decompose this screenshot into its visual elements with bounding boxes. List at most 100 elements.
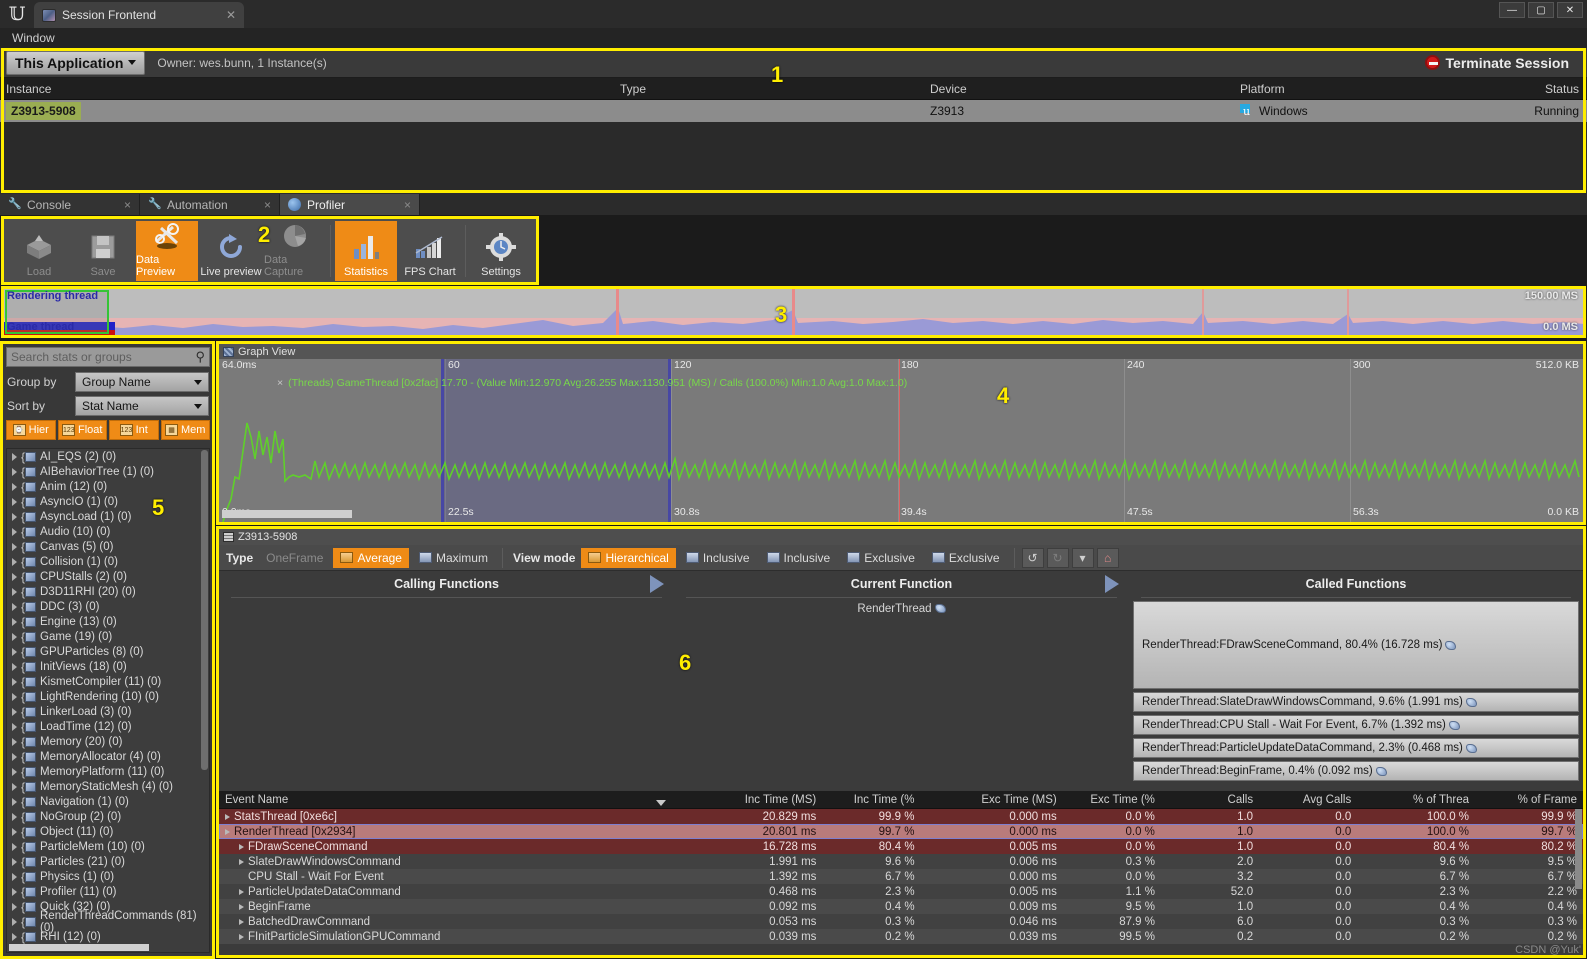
view-mode-hierarchical-button[interactable]: Hierarchical — [581, 548, 675, 568]
table-row[interactable]: CPU Stall - Wait For Event1.392 ms6.7 %0… — [219, 869, 1583, 884]
sidebar-vertical-scrollbar[interactable] — [201, 450, 208, 770]
stat-group-item[interactable]: Engine (13) (0) — [7, 614, 209, 629]
expand-arrow-icon[interactable] — [12, 858, 17, 866]
fps-chart-button[interactable]: FPS Chart — [399, 221, 461, 281]
stat-group-item[interactable]: AsyncIO (1) (0) — [7, 494, 209, 509]
called-function-item[interactable]: RenderThread:CPU Stall - Wait For Event,… — [1133, 715, 1579, 735]
expand-arrow-icon[interactable] — [12, 498, 17, 506]
close-icon[interactable]: × — [264, 198, 271, 212]
arrow-right-icon[interactable] — [1105, 575, 1119, 593]
stat-group-item[interactable]: Canvas (5) (0) — [7, 539, 209, 554]
sidebar-horizontal-scrollbar[interactable] — [9, 944, 149, 951]
stat-group-item[interactable]: AI_EQS (2) (0) — [7, 449, 209, 464]
chevron-down-icon[interactable]: ▾ — [1072, 548, 1094, 568]
expand-arrow-icon[interactable] — [12, 663, 17, 671]
called-function-item[interactable]: RenderThread:FDrawSceneCommand, 80.4% (1… — [1133, 601, 1579, 689]
type-average-button[interactable]: Average — [333, 548, 408, 568]
expand-arrow-icon[interactable] — [12, 528, 17, 536]
table-row[interactable]: BatchedDrawCommand0.053 ms0.3 %0.046 ms8… — [219, 914, 1583, 929]
maximize-button[interactable]: ▢ — [1528, 2, 1554, 18]
table-row[interactable]: RenderThread [0x2934]20.801 ms99.7 %0.00… — [219, 824, 1583, 839]
expand-arrow-icon[interactable] — [12, 633, 17, 641]
stat-group-item[interactable]: ParticleMem (10) (0) — [7, 839, 209, 854]
stat-group-item[interactable]: Audio (10) (0) — [7, 524, 209, 539]
expand-arrow-icon[interactable] — [239, 844, 244, 850]
expand-arrow-icon[interactable] — [12, 513, 17, 521]
table-row[interactable]: StatsThread [0xe6c]20.829 ms99.9 %0.000 … — [219, 809, 1583, 824]
expand-arrow-icon[interactable] — [225, 814, 230, 820]
expand-arrow-icon[interactable] — [12, 798, 17, 806]
stat-group-item[interactable]: NoGroup (2) (0) — [7, 809, 209, 824]
expand-arrow-icon[interactable] — [12, 588, 17, 596]
stat-group-item[interactable]: Object (11) (0) — [7, 824, 209, 839]
column-header-avg-calls[interactable]: Avg Calls — [1259, 794, 1357, 806]
column-header-event-name[interactable]: Event Name — [219, 794, 680, 806]
column-header-platform[interactable]: Platform — [1240, 82, 1477, 96]
expand-arrow-icon[interactable] — [12, 888, 17, 896]
expand-arrow-icon[interactable] — [12, 918, 17, 926]
expand-arrow-icon[interactable] — [12, 813, 17, 821]
expand-arrow-icon[interactable] — [239, 934, 244, 940]
close-icon[interactable]: × — [124, 198, 131, 212]
expand-arrow-icon[interactable] — [12, 738, 17, 746]
redo-icon[interactable]: ↻ — [1047, 548, 1069, 568]
expand-arrow-icon[interactable] — [12, 453, 17, 461]
expand-arrow-icon[interactable] — [12, 933, 17, 941]
settings-button[interactable]: Settings — [470, 221, 532, 281]
stat-group-list[interactable]: AI_EQS (2) (0)AIBehaviorTree (1) (0)Anim… — [6, 448, 210, 953]
column-header-calls[interactable]: Calls — [1161, 794, 1259, 806]
stat-group-item[interactable]: InitViews (18) (0) — [7, 659, 209, 674]
stat-group-item[interactable]: MemoryStaticMesh (4) (0) — [7, 779, 209, 794]
stat-group-item[interactable]: GPUParticles (8) (0) — [7, 644, 209, 659]
called-function-item[interactable]: RenderThread:ParticleUpdateDataCommand, … — [1133, 738, 1579, 758]
tab-session-frontend[interactable]: Session Frontend ✕ — [34, 2, 244, 28]
group-by-select[interactable]: Group Name — [75, 372, 209, 392]
expand-arrow-icon[interactable] — [12, 843, 17, 851]
arrow-right-icon[interactable] — [650, 575, 664, 593]
expand-arrow-icon[interactable] — [12, 648, 17, 656]
data-preview-button[interactable]: Data Preview — [136, 221, 198, 281]
stat-group-item[interactable]: RenderThreadCommands (81) (0) — [7, 914, 209, 929]
called-function-item[interactable]: RenderThread:BeginFrame, 0.4% (0.092 ms) — [1133, 761, 1579, 781]
expand-arrow-icon[interactable] — [12, 693, 17, 701]
current-function-value-row[interactable]: RenderThread — [674, 598, 1129, 615]
expand-arrow-icon[interactable] — [239, 919, 244, 925]
graph-legend[interactable]: ×(Threads) GameThread [0x2fac] 17.70 - (… — [277, 377, 907, 389]
view-mode-inclusive-1-button[interactable]: Inclusive — [679, 548, 757, 568]
expand-arrow-icon[interactable] — [12, 753, 17, 761]
stat-group-item[interactable]: Collision (1) (0) — [7, 554, 209, 569]
expand-arrow-icon[interactable] — [12, 783, 17, 791]
close-icon[interactable]: × — [404, 198, 411, 212]
column-header-pct-of-thread[interactable]: % of Threa — [1357, 794, 1475, 806]
table-vertical-scrollbar[interactable] — [1575, 809, 1582, 889]
graph-horizontal-scrollbar[interactable] — [222, 510, 352, 518]
stat-group-item[interactable]: LightRendering (10) (0) — [7, 689, 209, 704]
close-icon[interactable]: ✕ — [226, 8, 236, 22]
expand-arrow-icon[interactable] — [12, 708, 17, 716]
terminate-session-button[interactable]: Terminate Session — [1425, 55, 1581, 71]
home-icon[interactable]: ⌂ — [1097, 548, 1119, 568]
application-filter-dropdown[interactable]: This Application — [6, 51, 145, 75]
expand-arrow-icon[interactable] — [225, 829, 230, 835]
column-header-inc-time-ms[interactable]: Inc Time (MS) — [680, 794, 822, 806]
expand-arrow-icon[interactable] — [12, 573, 17, 581]
table-row[interactable]: FInitParticleSimulationGPUCommand0.039 m… — [219, 929, 1583, 944]
stat-group-item[interactable]: Profiler (11) (0) — [7, 884, 209, 899]
expand-arrow-icon[interactable] — [239, 889, 244, 895]
menu-item-window[interactable]: Window — [8, 31, 59, 45]
stat-group-item[interactable]: Physics (1) (0) — [7, 869, 209, 884]
expand-arrow-icon[interactable] — [12, 558, 17, 566]
thread-overview-strip[interactable]: Rendering thread Game thread 150.00 MS 0… — [3, 288, 1584, 336]
table-row[interactable]: FDrawSceneCommand16.728 ms80.4 %0.005 ms… — [219, 839, 1583, 854]
filter-float-button[interactable]: 123 Float — [58, 420, 108, 440]
type-maximum-button[interactable]: Maximum — [412, 548, 495, 568]
statistics-button[interactable]: Statistics — [335, 221, 397, 281]
data-capture-button[interactable]: Data Capture — [264, 221, 326, 281]
stat-group-item[interactable]: MemoryAllocator (4) (0) — [7, 749, 209, 764]
expand-arrow-icon[interactable] — [12, 828, 17, 836]
expand-arrow-icon[interactable] — [12, 483, 17, 491]
tab-profiler[interactable]: Profiler × — [280, 194, 420, 215]
legend-remove-icon[interactable]: × — [277, 377, 283, 389]
tab-automation[interactable]: 🔧 Automation × — [140, 194, 280, 215]
table-row[interactable]: BeginFrame0.092 ms0.4 %0.009 ms9.5 %1.00… — [219, 899, 1583, 914]
